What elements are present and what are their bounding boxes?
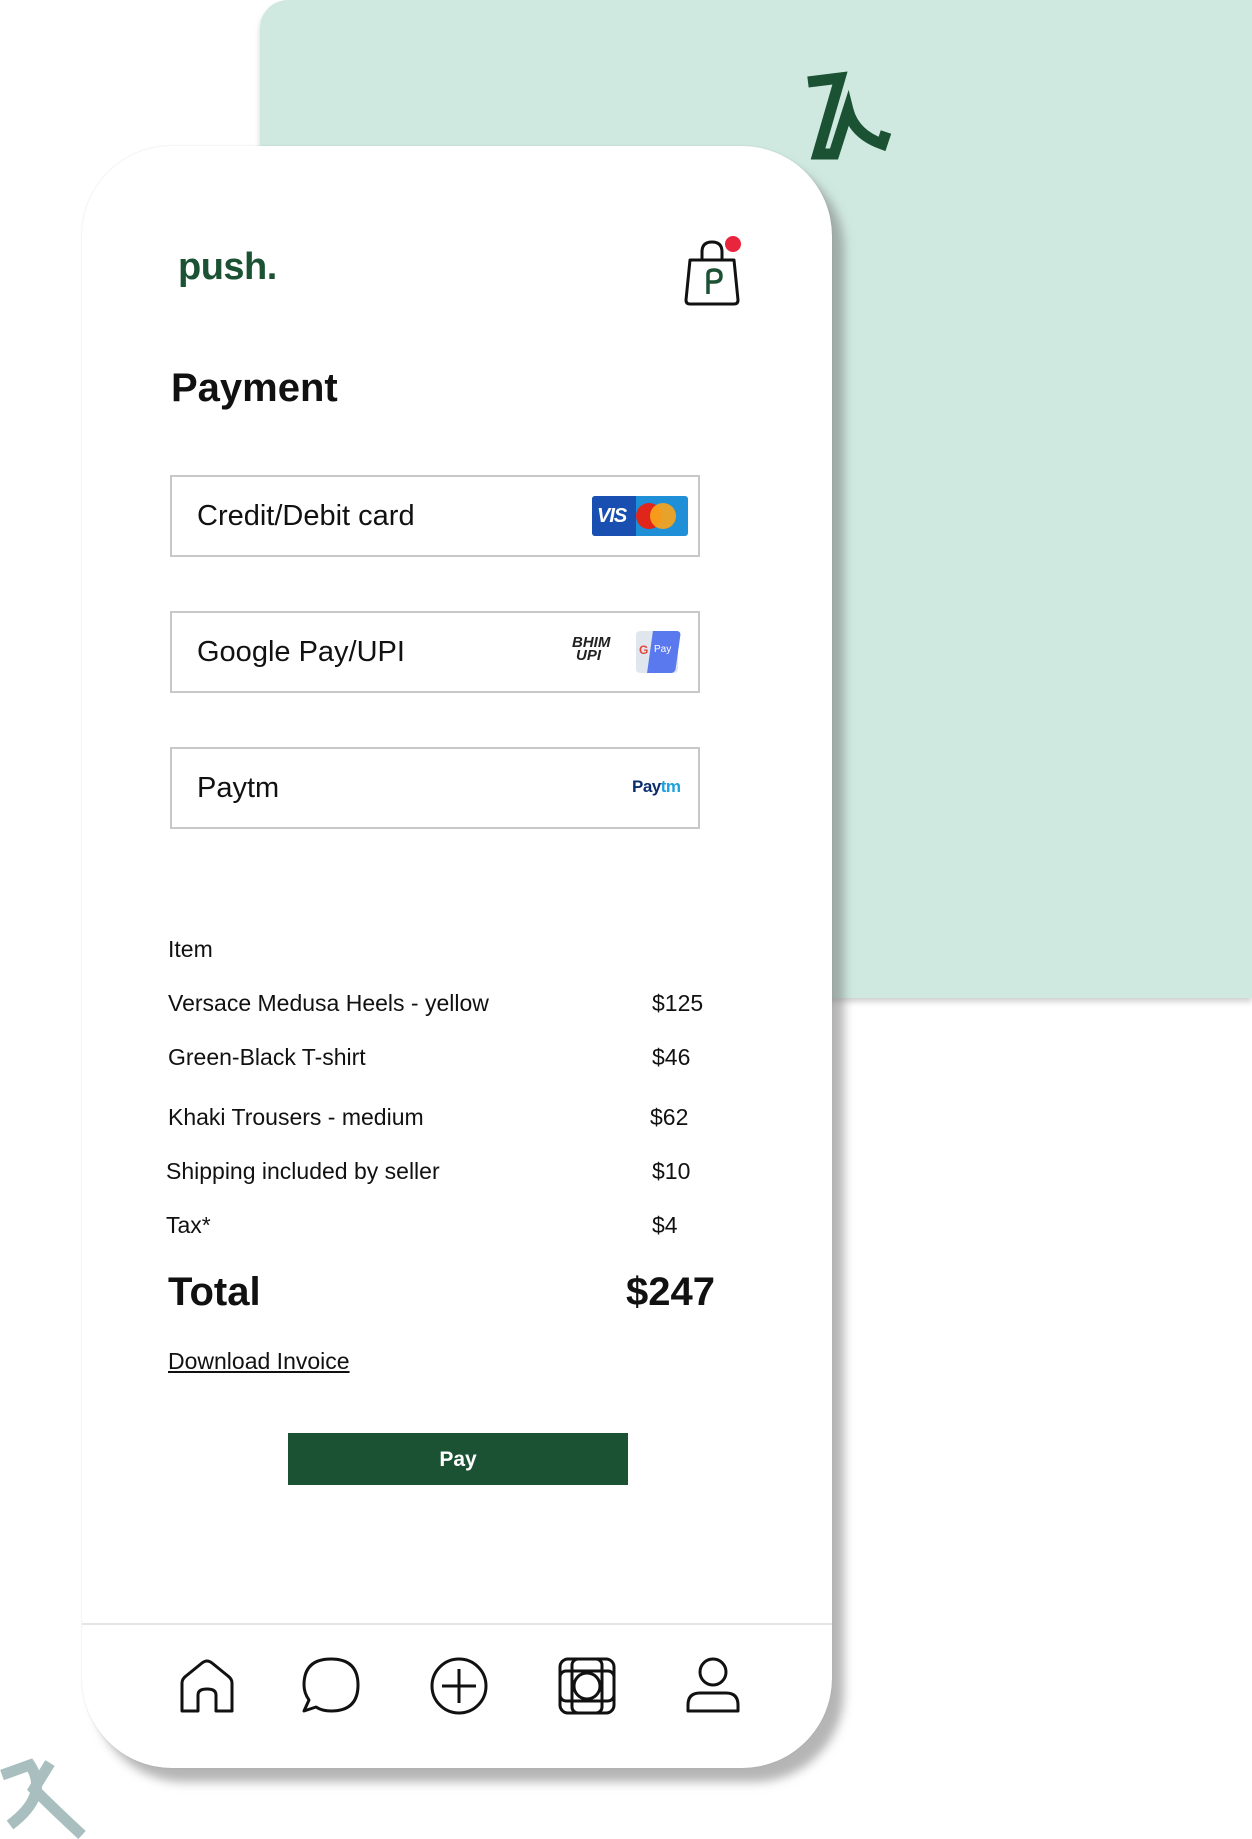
google-pay-text: Pay [654, 644, 672, 655]
google-pay-logo: G Pay [636, 631, 681, 673]
item-name: Green-Black T-shirt [168, 1044, 366, 1070]
payment-option-label: Credit/Debit card [197, 500, 415, 532]
notification-dot [725, 236, 741, 252]
decorative-glyph-icon [807, 71, 892, 160]
paytm-logo: Paytm [632, 777, 681, 796]
page-title: Payment [171, 366, 338, 410]
payment-option-gpay-upi[interactable]: Google Pay/UPI BHIM UPI G Pay [170, 611, 700, 693]
item-name: Versace Medusa Heels - yellow [168, 990, 489, 1016]
item-price: $46 [652, 1044, 691, 1070]
bottom-tab-bar [82, 1623, 832, 1768]
tax-price: $4 [652, 1212, 678, 1238]
tax-label: Tax* [166, 1212, 211, 1238]
payment-option-label: Google Pay/UPI [197, 636, 405, 668]
brand-logo: push. [178, 246, 277, 288]
visa-logo: VIS [597, 505, 627, 527]
shipping-price: $10 [652, 1158, 691, 1184]
pay-button[interactable]: Pay [288, 1433, 628, 1485]
total-label: Total [168, 1270, 261, 1314]
shipping-label: Shipping included by seller [166, 1158, 440, 1184]
phone-frame: push. Payment Credit/Debit card VIS Goog… [82, 146, 832, 1768]
item-name: Khaki Trousers - medium [168, 1104, 424, 1130]
chat-icon[interactable] [300, 1655, 362, 1717]
item-price: $125 [652, 990, 704, 1016]
total-amount: $247 [626, 1270, 715, 1314]
download-invoice-link[interactable]: Download Invoice [168, 1348, 350, 1375]
payment-option-label: Paytm [197, 772, 280, 804]
item-price: $62 [650, 1104, 689, 1130]
visa-mastercard-icon: VIS [592, 496, 688, 536]
payment-option-card[interactable]: Credit/Debit card VIS [170, 475, 700, 557]
payment-option-paytm[interactable]: Paytm Paytm [170, 747, 700, 829]
add-icon[interactable] [428, 1655, 490, 1717]
profile-icon[interactable] [682, 1655, 744, 1717]
bhim-upi-text: UPI [576, 647, 602, 664]
home-icon[interactable] [176, 1655, 238, 1717]
decorative-glyph-icon [0, 1758, 86, 1839]
bhim-upi-logo: BHIM UPI [572, 635, 628, 671]
gallery-icon[interactable] [556, 1655, 618, 1717]
shopping-bag-icon[interactable] [680, 236, 746, 308]
